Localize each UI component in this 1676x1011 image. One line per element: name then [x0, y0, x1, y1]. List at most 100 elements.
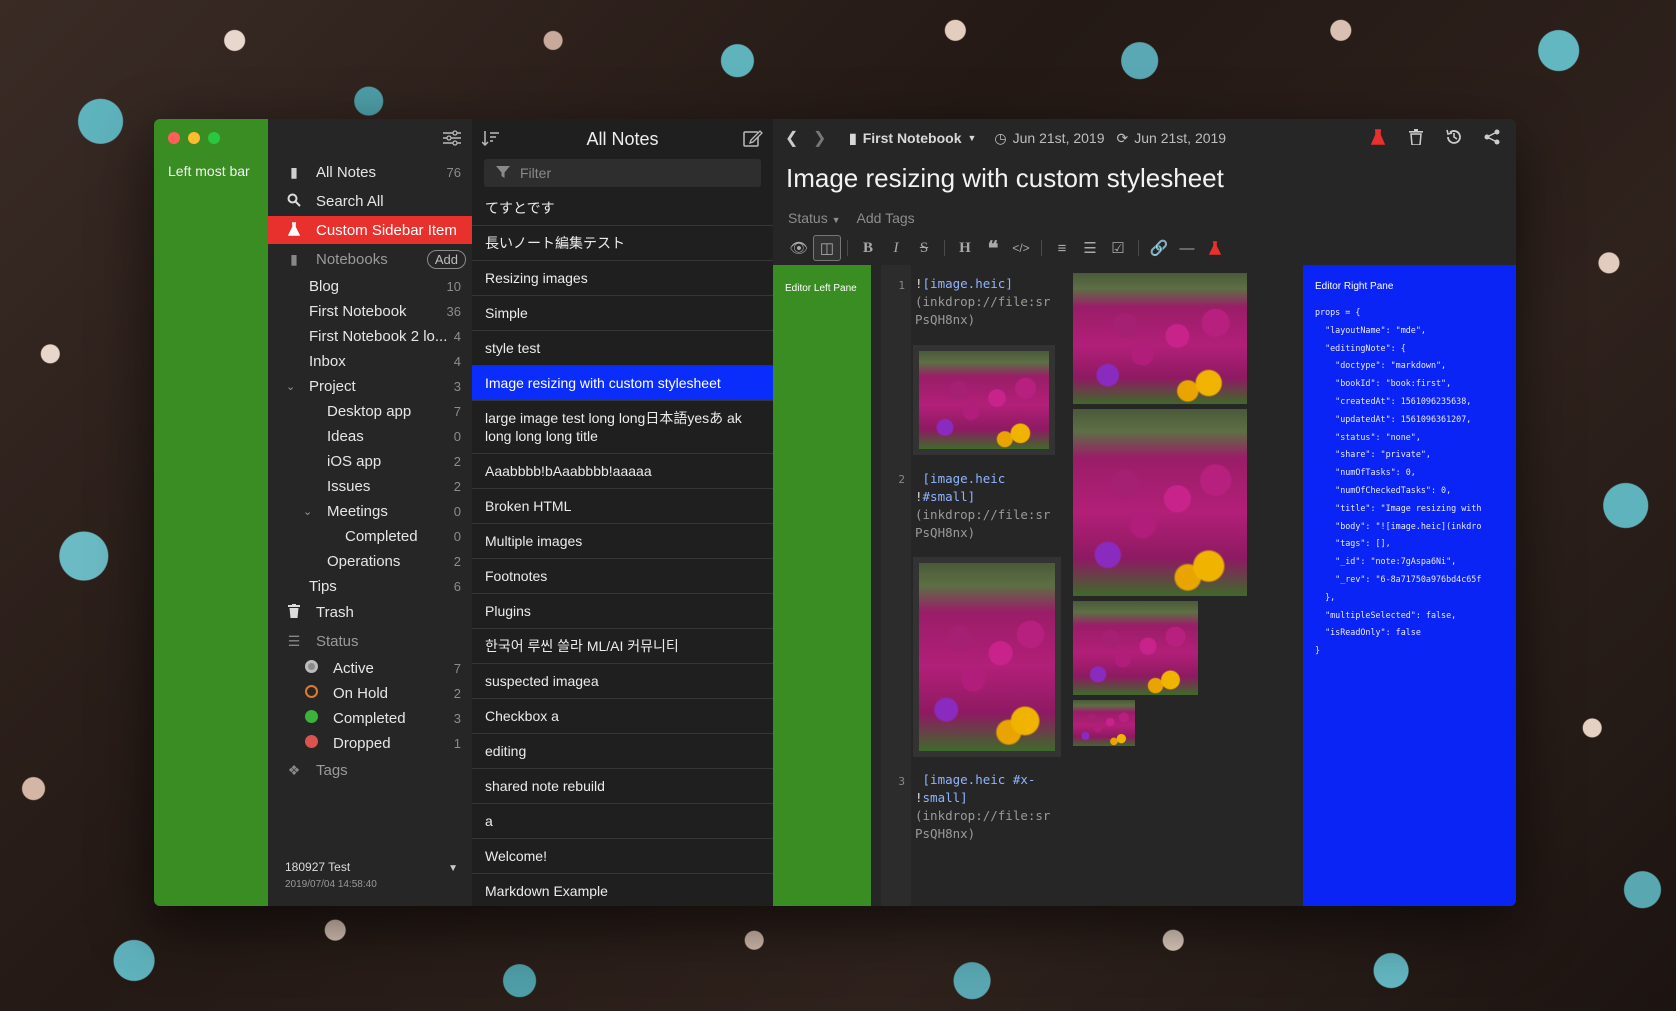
note-list-item[interactable]: Aaabbbb!bAaabbbb!aaaaa [472, 454, 773, 489]
note-list-item[interactable]: large image test long long日本語yesあ ak lon… [472, 401, 773, 454]
list-icon: ☰ [287, 632, 301, 649]
flower-image [1073, 601, 1198, 695]
note-list-item[interactable]: style test [472, 331, 773, 366]
note-list-item[interactable]: てすとです [472, 191, 773, 226]
status-dropdown[interactable]: Status ▼ [788, 210, 841, 226]
note-list-item[interactable]: 長いノート編集テスト [472, 226, 773, 261]
flask-icon[interactable] [1201, 235, 1229, 261]
history-icon[interactable] [1444, 127, 1464, 147]
close-window-button[interactable] [168, 132, 180, 144]
heading-icon[interactable]: H [951, 235, 979, 261]
note-list-item[interactable]: editing [472, 734, 773, 769]
sidebar-item-notebook[interactable]: Operations 2 [268, 547, 472, 575]
horizontal-rule-icon[interactable]: — [1173, 235, 1201, 261]
code-line: ![image.heic #x-small] (inkdrop://file:s… [915, 772, 1051, 841]
numbered-list-icon[interactable]: ☰ [1076, 235, 1104, 261]
sidebar-menu-icon[interactable] [442, 130, 462, 148]
note-list-item[interactable]: Multiple images [472, 524, 773, 559]
zoom-window-button[interactable] [208, 132, 220, 144]
bold-icon[interactable]: B [854, 235, 882, 261]
flask-icon[interactable] [1368, 127, 1388, 147]
note-list-item[interactable]: 한국어 루씬 쓸라 ML/AI 커뮤니티 [472, 629, 773, 664]
note-meta: Status ▼ Add Tags [788, 210, 915, 226]
sidebar-item-search-all[interactable]: Search All [268, 187, 472, 215]
editor-left-pane: Editor Left Pane [773, 265, 871, 906]
share-icon[interactable] [1482, 127, 1502, 147]
note-list-item[interactable]: Resizing images [472, 261, 773, 296]
sidebar-status-dropped[interactable]: Dropped 1 [268, 729, 472, 757]
forward-icon[interactable]: ❯ [813, 128, 831, 148]
note-list-item[interactable]: Simple [472, 296, 773, 331]
account-switcher[interactable]: 180927 Test 2019/07/04 14:58:40 ▼ [285, 860, 462, 890]
sidebar-item-notebook[interactable]: Ideas 0 [268, 422, 472, 450]
add-notebook-button[interactable]: Add [426, 249, 466, 269]
caret-down-icon[interactable]: ▼ [448, 863, 458, 874]
note-title[interactable]: Image resizing with custom stylesheet [786, 163, 1224, 194]
notebooks-header: ▮ Notebooks Add [268, 245, 472, 273]
minimize-window-button[interactable] [188, 132, 200, 144]
trash-icon[interactable] [1406, 127, 1426, 147]
add-tags-input[interactable]: Add Tags [857, 210, 915, 226]
note-list-item[interactable]: Plugins [472, 594, 773, 629]
sidebar-item-notebook[interactable]: iOS app 2 [268, 447, 472, 475]
left-most-bar-label: Left most bar [168, 163, 250, 179]
note-list: All Notes Filter てすとです 長いノート編集テスト Resizing… [472, 119, 773, 906]
sidebar-item-notebook[interactable]: First Notebook 2 lo... 4 [268, 322, 472, 350]
editor-header: ❮ ❯ ▮ First Notebook ▼ ◷ Jun 21st, 2019 … [773, 119, 1516, 157]
link-icon[interactable]: 🔗 [1145, 235, 1173, 261]
italic-icon[interactable]: I [882, 235, 910, 261]
note-list-item[interactable]: suspected imagea [472, 664, 773, 699]
note-list-item[interactable]: a [472, 804, 773, 839]
note-list-title: All Notes [586, 129, 659, 149]
sidebar-status-active[interactable]: Active 7 [268, 654, 472, 682]
sidebar-item-custom[interactable]: Custom Sidebar Item [268, 216, 472, 244]
side-by-side-icon[interactable]: ◫ [813, 235, 841, 261]
sidebar-item-trash[interactable]: Trash [268, 598, 472, 626]
sidebar-item-notebook[interactable]: First Notebook 36 [268, 297, 472, 325]
sidebar-status-completed[interactable]: Completed 3 [268, 704, 472, 732]
tags-header: ❖ Tags [268, 756, 472, 784]
strikethrough-icon[interactable]: S [910, 235, 938, 261]
sidebar-item-notebook[interactable]: Issues 2 [268, 472, 472, 500]
sidebar-item-all-notes[interactable]: ▮ All Notes 76 [268, 158, 472, 186]
new-note-icon[interactable] [743, 129, 763, 152]
sidebar-item-notebook[interactable]: Desktop app 7 [268, 397, 472, 425]
note-list-item[interactable]: Broken HTML [472, 489, 773, 524]
flask-icon [284, 221, 304, 239]
note-list-item[interactable]: Markdown Example [472, 874, 773, 906]
sidebar-item-notebook[interactable]: Blog 10 [268, 272, 472, 300]
sync-timestamp: 2019/07/04 14:58:40 [285, 879, 377, 890]
tag-icon: ❖ [287, 761, 301, 778]
sidebar-item-notebook[interactable]: ⌄ Meetings 0 [268, 497, 472, 525]
refresh-icon: ⟳ [1116, 129, 1129, 146]
inline-image-thumbnail [913, 345, 1055, 455]
flower-image [919, 563, 1055, 751]
note-list-item[interactable]: Footnotes [472, 559, 773, 594]
note-list-item[interactable]: Image resizing with custom stylesheet [472, 366, 773, 401]
bullet-list-icon[interactable]: ≡ [1048, 235, 1076, 261]
note-list-item[interactable]: Welcome! [472, 839, 773, 874]
sidebar-status-on-hold[interactable]: On Hold 2 [268, 679, 472, 707]
quote-icon[interactable]: ❝ [979, 235, 1007, 261]
status-on-hold-icon [301, 685, 321, 701]
line-number: 2 [898, 473, 905, 486]
preview-icon[interactable]: 👁 [785, 235, 813, 261]
sidebar-item-notebook[interactable]: ⌄ Project 3 [268, 372, 472, 400]
note-list-item[interactable]: Checkbox a [472, 699, 773, 734]
chevron-down-icon[interactable]: ⌄ [286, 380, 295, 393]
sidebar-item-notebook[interactable]: Inbox 4 [268, 347, 472, 375]
sidebar-item-notebook[interactable]: Tips 6 [268, 572, 472, 600]
code-icon[interactable]: </> [1007, 235, 1035, 261]
sidebar-item-notebook[interactable]: Completed 0 [268, 522, 472, 550]
task-list-icon[interactable]: ☑ [1104, 235, 1132, 261]
chevron-down-icon[interactable]: ⌄ [303, 505, 312, 518]
status-active-icon [301, 660, 321, 676]
props-dump: props = { "layoutName": "mde", "editingN… [1315, 307, 1482, 656]
note-list-item[interactable]: shared note rebuild [472, 769, 773, 804]
notebook-selector[interactable]: ▮ First Notebook ▼ [849, 130, 976, 147]
filter-input[interactable]: Filter [484, 159, 761, 187]
flower-image [1073, 409, 1247, 596]
flower-image [1073, 273, 1247, 404]
editor-right-pane: Editor Right Pane props = { "layoutName"… [1303, 265, 1516, 906]
back-icon[interactable]: ❮ [785, 128, 803, 148]
